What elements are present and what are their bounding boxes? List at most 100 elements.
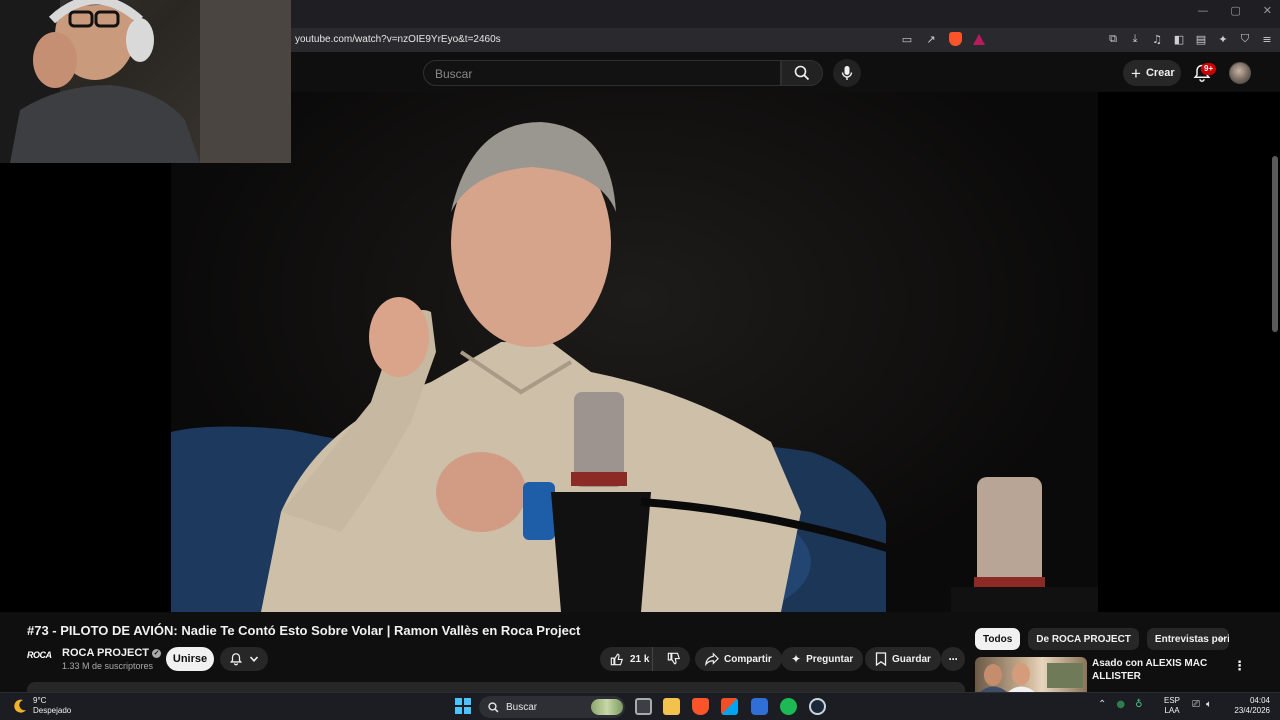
chevron-up-icon[interactable]: ⌃: [1098, 699, 1106, 710]
microsoft-store-icon[interactable]: [721, 698, 738, 715]
video-title: #73 - PILOTO DE AVIÓN: Nadie Te Contó Es…: [27, 623, 581, 638]
video-scene: [171, 122, 1098, 612]
url-text[interactable]: youtube.com/watch?v=nzOIE9YrEyo&t=2460s: [295, 34, 501, 45]
windows-start-button[interactable]: [455, 698, 471, 714]
thumbnail-image: [980, 663, 1083, 692]
window-controls: — ▢ ✕: [1197, 4, 1272, 17]
create-label: Crear: [1145, 67, 1175, 79]
quick-settings[interactable]: ⎚ 🔈︎: [1192, 699, 1212, 710]
language-code: ESP: [1164, 696, 1181, 705]
related-filter-chips: Todos De ROCA PROJECT Entrevistas period: [975, 628, 1229, 650]
search-icon: [488, 701, 499, 713]
search-icon: [794, 65, 810, 81]
browser-toolbar: ⧉ ⤓ ♫ ◧ ▤ ✦ ⛉ ≡: [1106, 32, 1274, 46]
volume-icon: 🔈︎: [1206, 699, 1212, 710]
search-button[interactable]: [781, 60, 823, 86]
share-page-icon[interactable]: ↗: [924, 32, 938, 46]
system-tray: ⌃ ● ♁: [1098, 699, 1142, 710]
taskbar-clock[interactable]: 04:04 23/4/2026: [1228, 696, 1270, 716]
search-placeholder: Buscar: [435, 67, 473, 81]
description-box[interactable]: [27, 682, 965, 692]
chevron-right-icon[interactable]: ›: [1219, 631, 1225, 647]
search-highlight-image: [591, 699, 623, 715]
chip-from-channel[interactable]: De ROCA PROJECT: [1028, 628, 1139, 650]
subscriber-count: 1.33 M de suscriptores: [62, 661, 154, 671]
subscription-bell-button[interactable]: [220, 647, 268, 671]
like-count: 21 k: [630, 653, 650, 665]
weather-temperature[interactable]: 9°C: [33, 696, 46, 705]
plus-icon: +: [1131, 63, 1141, 83]
video-frame[interactable]: [171, 92, 1098, 612]
search-input[interactable]: Buscar: [423, 60, 781, 86]
channel-name-row[interactable]: ROCA PROJECT ✓: [62, 647, 161, 659]
download-icon[interactable]: ⤓: [1128, 32, 1142, 46]
chip-interviews[interactable]: Entrevistas period: [1146, 628, 1229, 650]
app-c-icon[interactable]: [751, 698, 768, 715]
chevron-down-icon: [249, 656, 259, 662]
wallet-icon[interactable]: ▤: [1194, 32, 1208, 46]
media-icon[interactable]: ♫: [1150, 32, 1164, 46]
clock-date: 23/4/2026: [1234, 706, 1270, 715]
dislike-button[interactable]: [658, 652, 690, 666]
sparkle-icon: ✦: [791, 652, 802, 666]
recommendation-menu-icon[interactable]: ⋮: [1233, 659, 1246, 674]
microphone-icon: [841, 66, 853, 80]
menu-icon[interactable]: ≡: [1260, 32, 1274, 46]
recommendation-title[interactable]: Asado con ALEXIS MAC ALLISTER: [1092, 657, 1212, 683]
screenshot-icon[interactable]: ⧉: [1106, 32, 1120, 46]
channel-logo[interactable]: ROCA: [27, 650, 53, 666]
share-icon: [705, 652, 719, 666]
like-dislike-group: 21 k: [600, 647, 690, 671]
join-button[interactable]: Unirse: [166, 647, 214, 671]
ask-button[interactable]: ✦ Preguntar: [781, 647, 864, 671]
create-button[interactable]: + Crear: [1123, 60, 1181, 86]
weather-condition[interactable]: Despejado: [33, 706, 71, 715]
close-button[interactable]: ✕: [1263, 4, 1272, 17]
share-label: Compartir: [724, 653, 772, 665]
steam-icon[interactable]: [809, 698, 826, 715]
brave-browser-icon[interactable]: [692, 698, 709, 715]
address-bar-actions: ▭ ↗: [900, 32, 986, 46]
file-explorer-icon[interactable]: [663, 698, 680, 715]
chip-all[interactable]: Todos: [975, 628, 1021, 650]
thumbs-down-icon: [667, 652, 681, 665]
watch-metadata: #73 - PILOTO DE AVIÓN: Nadie Te Contó Es…: [0, 612, 1280, 692]
webcam-overlay: [0, 0, 291, 163]
bookmark-icon: [875, 652, 887, 666]
leo-ai-icon[interactable]: ✦: [1216, 32, 1230, 46]
spotify-icon[interactable]: [780, 698, 797, 715]
more-actions-button[interactable]: ···: [941, 647, 965, 671]
task-view-icon[interactable]: [635, 698, 652, 715]
account-avatar[interactable]: [1229, 62, 1251, 84]
sidebar-icon[interactable]: ◧: [1172, 32, 1186, 46]
channel-name[interactable]: ROCA PROJECT: [62, 647, 149, 659]
page-scrollbar[interactable]: [1272, 156, 1278, 332]
brave-shields-icon[interactable]: [948, 32, 962, 46]
taskbar-search-label: Buscar: [506, 701, 538, 713]
network-icon: ⎚: [1192, 699, 1200, 710]
webcam-person: [0, 0, 291, 163]
recommendation-thumbnail[interactable]: [975, 657, 1087, 692]
thumbs-up-icon: [610, 653, 624, 666]
maximize-button[interactable]: ▢: [1230, 4, 1240, 17]
microphone-tray-icon[interactable]: ♁: [1135, 699, 1142, 710]
clock-time: 04:04: [1249, 696, 1270, 705]
ask-label: Preguntar: [806, 653, 854, 665]
save-label: Guardar: [892, 653, 931, 665]
share-button[interactable]: Compartir: [695, 647, 782, 671]
minimize-button[interactable]: —: [1197, 4, 1208, 17]
moon-weather-icon[interactable]: [12, 698, 28, 714]
vpn-icon[interactable]: ⛉: [1238, 32, 1252, 46]
language-indicator[interactable]: ESP LAA: [1164, 696, 1180, 716]
taskbar-search[interactable]: Buscar: [479, 696, 625, 718]
video-player[interactable]: [0, 92, 1280, 612]
save-button[interactable]: Guardar: [865, 647, 941, 671]
windows-taskbar: 9°C Despejado Buscar ⌃ ● ♁ ESP LAA ⎚ 🔈︎: [0, 692, 1280, 720]
voice-search-button[interactable]: [833, 59, 861, 87]
tray-app-icon[interactable]: ●: [1116, 699, 1125, 710]
notifications-badge: 9+: [1201, 63, 1217, 75]
cast-icon[interactable]: ▭: [900, 32, 914, 46]
like-button[interactable]: 21 k: [600, 647, 654, 671]
brave-rewards-icon[interactable]: [972, 32, 986, 46]
keyboard-layout: LAA: [1164, 706, 1180, 715]
